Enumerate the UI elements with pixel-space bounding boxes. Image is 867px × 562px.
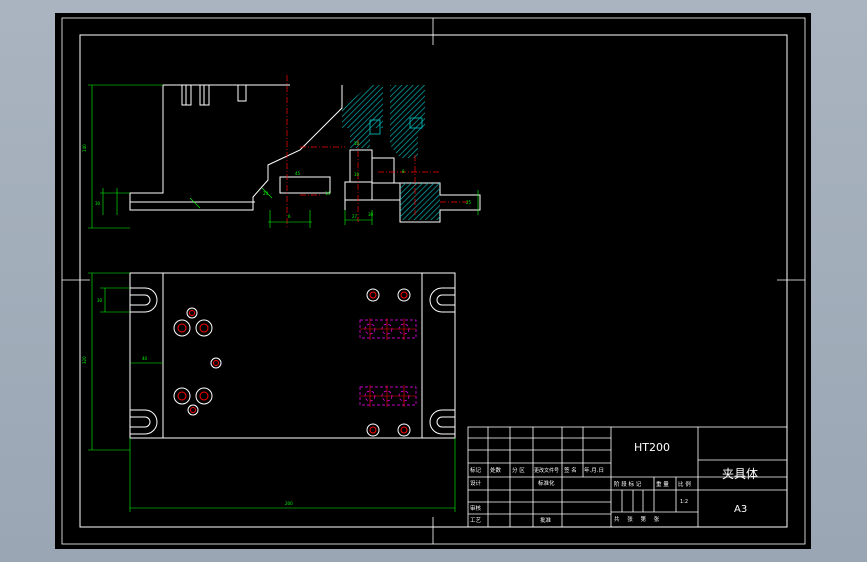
label-signature: 签 名 — [564, 466, 577, 474]
label-process: 工艺 — [470, 517, 482, 524]
dim-plan-length: 320 — [82, 356, 87, 364]
dim-center-2: 20 — [263, 191, 269, 196]
label-change-doc: 更改文件号 — [534, 467, 559, 474]
drawing-canvas[interactable]: 140 30 45 20 14 6 27 30 10 10 8 25 320 2… — [0, 0, 867, 562]
label-ratio: 比 例 — [678, 480, 691, 488]
label-standardize: 标准化 — [538, 479, 555, 487]
scale-text: 1:2 — [680, 499, 688, 505]
dim-right-4: 25 — [466, 200, 472, 205]
dim-plan-width: 200 — [285, 501, 293, 506]
label-count: 处数 — [490, 466, 502, 474]
label-design: 设计 — [470, 479, 482, 487]
dim-height: 140 — [82, 144, 87, 152]
dim-plan-offset: 40 — [142, 356, 148, 361]
dim-center-1: 45 — [295, 171, 301, 176]
label-review: 审核 — [470, 504, 482, 512]
label-approve: 批准 — [540, 516, 552, 524]
label-zone: 分 区 — [512, 466, 525, 474]
dim-bottom-2: 27 — [352, 214, 358, 219]
dim-right-2: 10 — [354, 172, 360, 177]
label-weight: 重 量 — [656, 480, 669, 488]
sheet-size-text: A3 — [734, 504, 747, 515]
part-name-text: 夹具体 — [722, 467, 758, 481]
material-text: HT200 — [634, 441, 670, 454]
dim-plan-slot: 30 — [97, 298, 103, 303]
label-sheets: 共 张 第 张 — [614, 515, 662, 523]
dim-center-3: 14 — [325, 191, 331, 196]
dim-left-small: 30 — [95, 201, 101, 206]
dim-right-1: 10 — [354, 141, 360, 146]
label-date: 年.月.日 — [584, 466, 604, 474]
label-stage-marks: 阶 段 标 记 — [614, 480, 642, 488]
label-mark: 标记 — [470, 466, 482, 474]
dim-bottom-3: 30 — [368, 212, 374, 217]
